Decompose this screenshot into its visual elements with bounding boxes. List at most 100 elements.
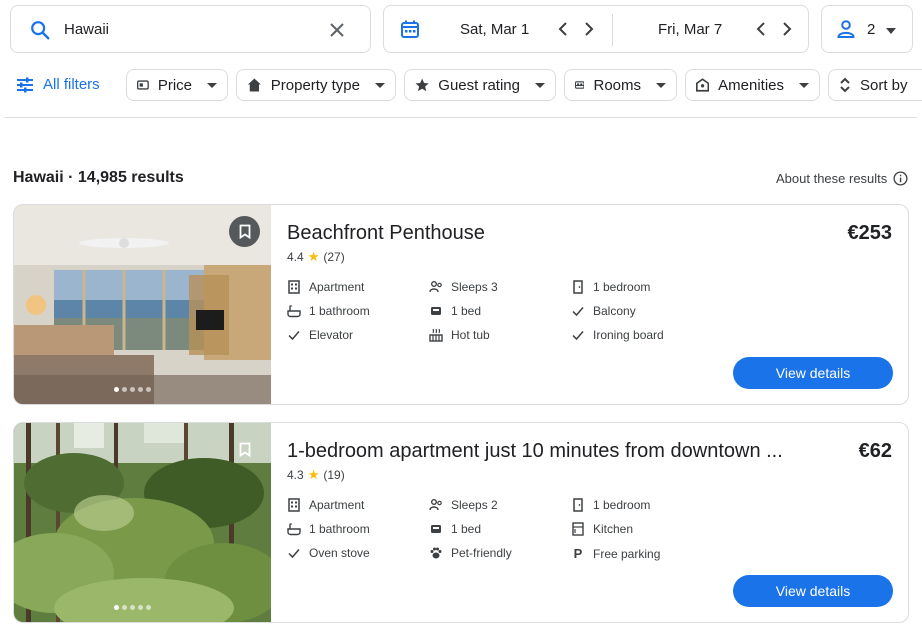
listing-photo[interactable] (14, 423, 271, 622)
amenity-item: 1 bed (429, 522, 481, 536)
close-icon[interactable] (327, 20, 347, 40)
amenity-label: 1 bedroom (593, 280, 651, 294)
amenity-item: 1 bathroom (287, 522, 370, 536)
listing-card[interactable]: Beachfront Penthouse €253 4.4 ★ (27) Apa… (13, 204, 909, 405)
person-icon (837, 20, 855, 38)
guest-rating-filter-label: Guest rating (438, 76, 520, 94)
amenity-label: Balcony (593, 304, 636, 318)
checkout-date[interactable]: Fri, Mar 7 (658, 21, 722, 38)
property-type-filter-label: Property type (270, 76, 360, 94)
amenity-label: Oven stove (309, 546, 370, 560)
rooms-filter[interactable]: Rooms (564, 69, 677, 101)
chevron-right-icon[interactable] (780, 21, 794, 37)
amenity-item: Apartment (287, 498, 364, 512)
bookmark-icon (239, 442, 250, 457)
listing-price: €253 (847, 222, 893, 244)
chevron-down-icon (375, 82, 385, 88)
listing-card[interactable]: 1-bedroom apartment just 10 minutes from… (13, 422, 909, 623)
chevron-down-icon (207, 82, 217, 88)
door-icon (573, 280, 583, 294)
amenity-item: Balcony (571, 304, 636, 318)
amenity-item: 1 bedroom (571, 280, 650, 294)
search-icon (31, 21, 50, 40)
kitchen-icon (572, 522, 584, 536)
price-filter-label: Price (157, 76, 192, 94)
amenity-item: Ironing board (571, 328, 664, 342)
amenity-label: Free parking (593, 546, 661, 561)
review-count: (27) (323, 250, 345, 264)
chevron-down-icon (886, 28, 896, 34)
listing-photo[interactable] (14, 205, 271, 404)
date-divider (612, 14, 613, 46)
date-range-picker[interactable]: Sat, Mar 1 Fri, Mar 7 (383, 5, 809, 53)
amenity-item: Pet-friendly (429, 546, 512, 560)
bathtub-icon (287, 305, 301, 318)
review-count: (19) (323, 468, 345, 482)
amenity-label: 1 bed (451, 522, 482, 536)
sort-icon (840, 77, 850, 93)
listing-price: €62 (858, 440, 892, 462)
guests-selector[interactable]: 2 (821, 5, 913, 53)
listing-name[interactable]: Beachfront Penthouse (287, 222, 485, 245)
all-filters-button[interactable]: All filters (16, 76, 100, 93)
chevron-down-icon (799, 82, 809, 88)
guest-rating-filter[interactable]: Guest rating (404, 69, 556, 101)
parking-icon: P (573, 546, 583, 561)
save-button[interactable] (229, 216, 260, 247)
rating-value: 4.4 (287, 250, 304, 264)
check-icon (572, 331, 584, 341)
check-icon (288, 549, 300, 559)
amenity-item: 1 bathroom (287, 304, 370, 318)
listing-name[interactable]: 1-bedroom apartment just 10 minutes from… (287, 440, 783, 463)
sleeps-icon (429, 281, 442, 293)
amenity-item: P Free parking (571, 546, 661, 561)
amenity-label: Sleeps 3 (451, 280, 498, 294)
guest-count: 2 (867, 21, 876, 38)
price-tag-icon (137, 80, 149, 90)
amenities-filter[interactable]: Amenities (685, 69, 820, 101)
sort-by-filter[interactable]: Sort by (828, 69, 922, 101)
calendar-icon (401, 20, 419, 38)
chevron-right-icon[interactable] (582, 21, 596, 37)
search-box[interactable]: Hawaii (10, 5, 371, 53)
photo-carousel-dots[interactable] (114, 387, 151, 392)
bed-icon (431, 525, 441, 533)
search-input[interactable]: Hawaii (64, 21, 109, 38)
photo-carousel-dots[interactable] (114, 605, 151, 610)
price-filter[interactable]: Price (126, 69, 228, 101)
paw-icon (430, 547, 442, 559)
amenities-icon (696, 78, 710, 92)
about-results-link[interactable]: About these results (776, 171, 908, 186)
bed-icon (431, 307, 441, 315)
amenity-item: Kitchen (571, 522, 633, 536)
amenities-filter-label: Amenities (718, 76, 784, 94)
chevron-left-icon[interactable] (556, 21, 570, 37)
chevron-down-icon (656, 82, 666, 88)
chevron-left-icon[interactable] (754, 21, 768, 37)
tune-icon (17, 77, 33, 92)
bookmark-icon (239, 224, 250, 239)
amenity-label: Sleeps 2 (451, 498, 498, 512)
save-button[interactable] (229, 434, 260, 465)
amenity-item: 1 bedroom (571, 498, 650, 512)
view-details-button[interactable]: View details (733, 357, 893, 389)
amenity-item: Apartment (287, 280, 364, 294)
listing-rating: 4.3 ★ (19) (287, 467, 345, 483)
star-icon: ★ (307, 249, 320, 264)
property-type-filter[interactable]: Property type (236, 69, 396, 101)
amenity-label: 1 bathroom (309, 304, 370, 318)
amenity-item: Elevator (287, 328, 353, 342)
amenity-item: 1 bed (429, 304, 481, 318)
door-icon (573, 498, 583, 512)
amenity-item: Sleeps 2 (429, 498, 498, 512)
bed-icon (575, 81, 585, 89)
sleeps-icon (429, 499, 442, 511)
listing-rating: 4.4 ★ (27) (287, 249, 345, 265)
checkin-date[interactable]: Sat, Mar 1 (460, 21, 529, 38)
hot-tub-icon (429, 328, 443, 342)
building-icon (288, 280, 300, 294)
amenity-label: Apartment (309, 280, 365, 294)
amenity-label: 1 bathroom (309, 522, 370, 536)
view-details-button[interactable]: View details (733, 575, 893, 607)
amenity-label: Hot tub (451, 328, 490, 342)
